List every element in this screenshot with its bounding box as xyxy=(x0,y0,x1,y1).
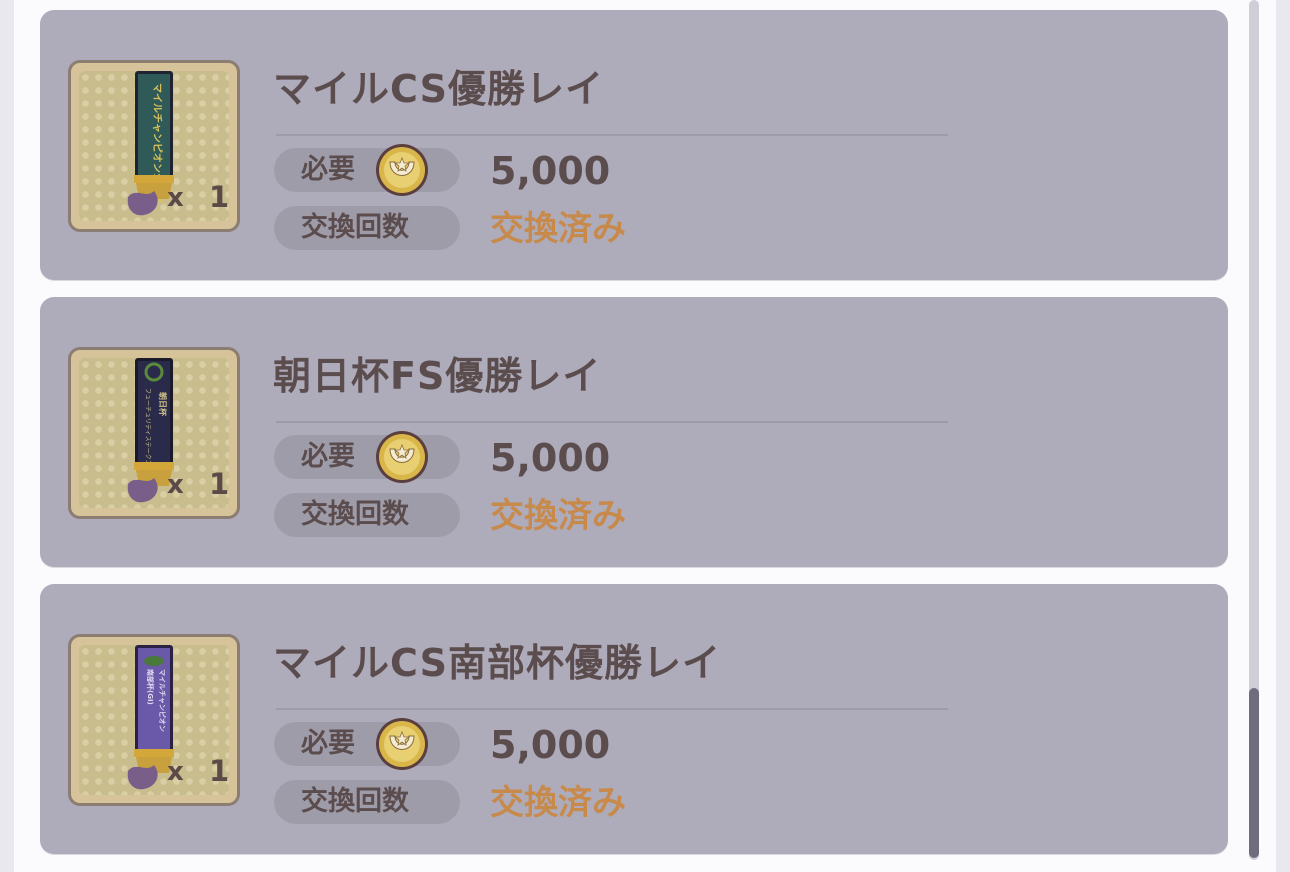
exchange-count-pill: 交換回数 xyxy=(274,206,460,250)
exchange-item-card[interactable]: マイルチャンピオンシップ x 1 マイルCS優勝レイ 必要 5,000 交換回数… xyxy=(40,10,1228,280)
item-title: マイルCS優勝レイ xyxy=(273,67,604,111)
quantity-x: x xyxy=(167,757,184,787)
svg-text:フューチュリティステークス: フューチュリティステークス xyxy=(144,388,151,465)
required-label: 必要 xyxy=(301,728,355,759)
quantity-count: 1 xyxy=(209,180,230,214)
cost-value: 5,000 xyxy=(490,723,611,767)
item-thumbnail: 朝日杯 フューチュリティステークス x 1 xyxy=(68,347,240,519)
scrollbar-thumb[interactable] xyxy=(1249,688,1259,858)
exchange-count-label: 交換回数 xyxy=(301,786,409,817)
svg-text:朝日杯: 朝日杯 xyxy=(158,392,168,417)
required-label: 必要 xyxy=(301,154,355,185)
required-pill: 必要 xyxy=(274,718,460,770)
exchange-item-card[interactable]: マイルチャンピオン 南部杯(GI) x 1 マイルCS南部杯優勝レイ 必要 5,… xyxy=(40,584,1228,854)
quantity-count: 1 xyxy=(209,467,230,501)
quantity-x: x xyxy=(167,183,184,213)
item-thumbnail: マイルチャンピオンシップ x 1 xyxy=(68,60,240,232)
required-pill: 必要 xyxy=(274,144,460,196)
horseshoe-coin-icon xyxy=(376,144,428,196)
svg-text:南部杯(GI): 南部杯(GI) xyxy=(146,669,155,705)
svg-text:マイルチャンピオン: マイルチャンピオン xyxy=(158,669,167,732)
quantity-x: x xyxy=(167,470,184,500)
exchange-count-pill: 交換回数 xyxy=(274,780,460,824)
cost-value: 5,000 xyxy=(490,149,611,193)
divider xyxy=(276,134,948,136)
exchange-status: 交換済み xyxy=(490,209,626,249)
required-label: 必要 xyxy=(301,441,355,472)
item-thumbnail: マイルチャンピオン 南部杯(GI) x 1 xyxy=(68,634,240,806)
required-pill: 必要 xyxy=(274,431,460,483)
divider xyxy=(276,421,948,423)
exchange-status: 交換済み xyxy=(490,496,626,536)
exchange-count-pill: 交換回数 xyxy=(274,493,460,537)
horseshoe-coin-icon xyxy=(376,718,428,770)
divider xyxy=(276,708,948,710)
exchange-status: 交換済み xyxy=(490,783,626,823)
cost-value: 5,000 xyxy=(490,436,611,480)
horseshoe-coin-icon xyxy=(376,431,428,483)
item-title: 朝日杯FS優勝レイ xyxy=(273,354,602,398)
item-title: マイルCS南部杯優勝レイ xyxy=(273,641,721,685)
quantity-count: 1 xyxy=(209,754,230,788)
exchange-count-label: 交換回数 xyxy=(301,499,409,530)
exchange-count-label: 交換回数 xyxy=(301,212,409,243)
exchange-item-card[interactable]: 朝日杯 フューチュリティステークス x 1 朝日杯FS優勝レイ 必要 5,000… xyxy=(40,297,1228,567)
